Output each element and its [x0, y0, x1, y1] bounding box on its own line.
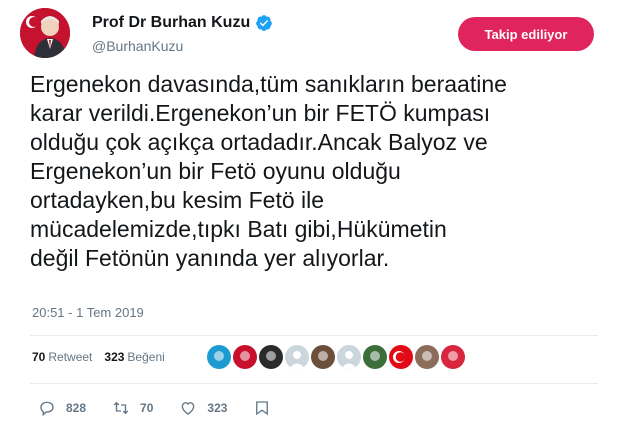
- like-stat-label: Beğeni: [127, 350, 165, 364]
- tweet-text: Ergenekon davasında,tüm sanıkların beraa…: [30, 71, 507, 271]
- reply-icon: [40, 401, 54, 417]
- author-name-row: Prof Dr Burhan Kuzu: [92, 14, 273, 32]
- reply-count: 828: [66, 401, 87, 415]
- retweet-button[interactable]: 70: [112, 399, 153, 417]
- reply-button[interactable]: 828: [38, 399, 86, 417]
- divider: [30, 335, 598, 336]
- tweet-stats: 70 Retweet 323 Beğeni: [32, 342, 177, 372]
- retweet-icon: [113, 401, 129, 415]
- retweet-count: 70: [140, 401, 154, 415]
- retweet-stat[interactable]: 70 Retweet: [32, 350, 92, 364]
- following-button[interactable]: Takip ediliyor: [458, 17, 594, 51]
- like-stat[interactable]: 323 Beğeni: [104, 350, 164, 364]
- avatar-blue-emblem[interactable]: [207, 345, 231, 369]
- share-button[interactable]: [253, 399, 271, 417]
- like-count: 323: [207, 401, 228, 415]
- tweet-actions: 828 70 323: [38, 398, 297, 418]
- tweet-header: Prof Dr Burhan Kuzu @BurhanKuzu Takip ed…: [20, 8, 610, 58]
- verified-badge-icon: [256, 15, 273, 31]
- tweet-timestamp[interactable]: 20:51 - 1 Tem 2019: [32, 305, 144, 320]
- avatar-turkish-flag[interactable]: [389, 345, 413, 369]
- share-icon: [256, 401, 269, 416]
- retweet-stat-label: Retweet: [48, 350, 93, 364]
- author-name[interactable]: Prof Dr Burhan Kuzu: [92, 14, 250, 32]
- avatar-green-emblem[interactable]: [363, 345, 387, 369]
- avatar-flag-portrait[interactable]: [441, 345, 465, 369]
- avatar-default[interactable]: [337, 345, 361, 369]
- liker-avatars: [207, 345, 467, 369]
- heart-icon: [182, 402, 195, 415]
- avatar-flag-portrait[interactable]: [233, 345, 257, 369]
- author-handle[interactable]: @BurhanKuzu: [92, 38, 183, 54]
- avatar-image: [20, 8, 70, 58]
- avatar-default[interactable]: [285, 345, 309, 369]
- like-stat-count: 323: [104, 350, 125, 364]
- author-avatar[interactable]: [20, 8, 70, 58]
- avatar-portrait[interactable]: [415, 345, 439, 369]
- divider: [30, 383, 598, 384]
- avatar-dark-red[interactable]: [259, 345, 283, 369]
- like-button[interactable]: 323: [179, 399, 227, 417]
- retweet-stat-count: 70: [32, 350, 46, 364]
- avatar-emblem[interactable]: [311, 345, 335, 369]
